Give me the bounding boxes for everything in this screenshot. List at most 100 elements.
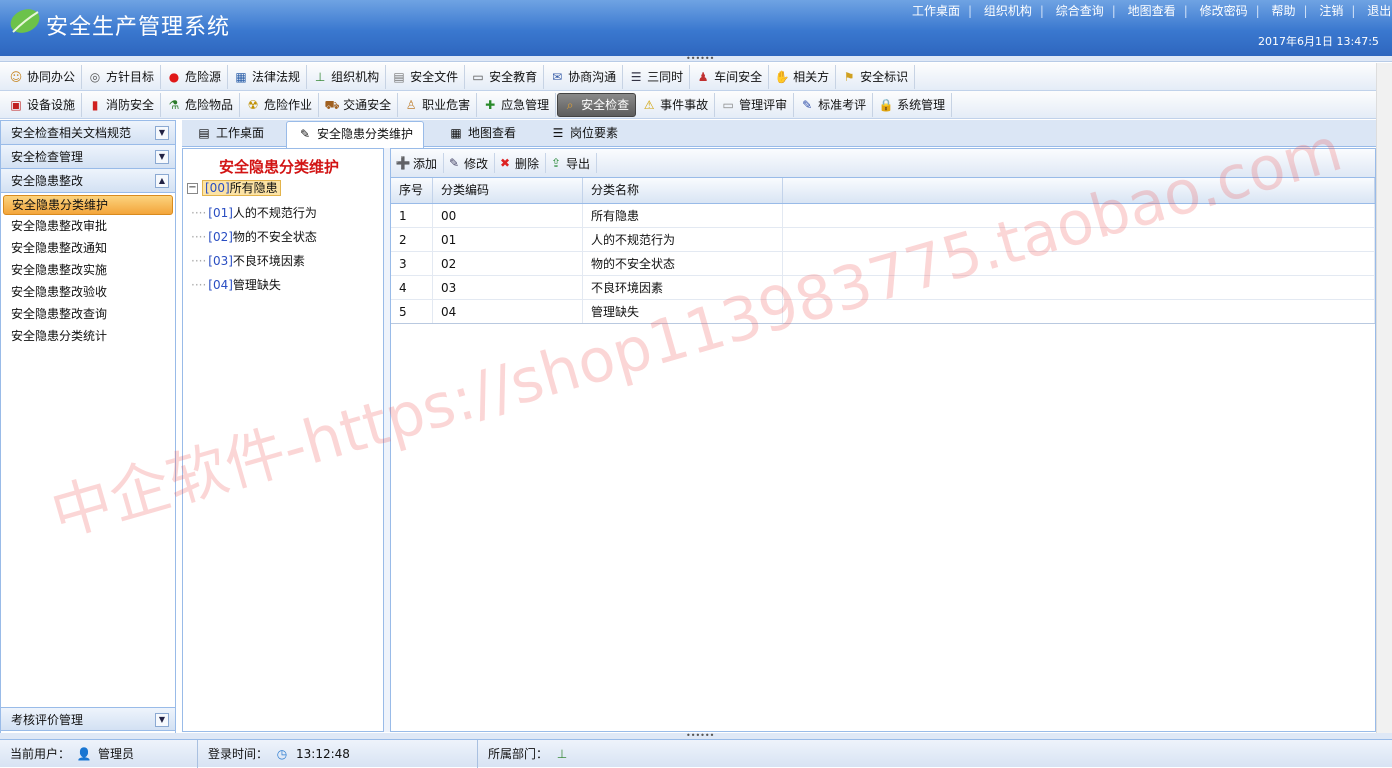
module-row2-button-1[interactable]: ▮ 消防安全: [83, 92, 162, 117]
table-row[interactable]: 4 03 不良环境因素: [391, 276, 1375, 300]
toolbar-label: 三同时: [647, 70, 684, 84]
sidebar-section-evaluation[interactable]: 考核评价管理 ▼: [1, 707, 175, 731]
sidebar-item[interactable]: 安全隐患整改查询: [1, 303, 175, 325]
table-row[interactable]: 3 02 物的不安全状态: [391, 252, 1375, 276]
table-cell: 02: [433, 252, 583, 275]
table-cell: 03: [433, 276, 583, 299]
module-row2-button-5[interactable]: ♙ 职业危害: [399, 92, 478, 117]
module-row2-button-3[interactable]: ☢ 危险作业: [241, 92, 320, 117]
table-cell: 00: [433, 204, 583, 227]
toolbar-label: 法律法规: [252, 70, 301, 84]
tree-node[interactable]: ···· [04]管理缺失: [191, 275, 281, 295]
edit-button[interactable]: ✎ 修改: [444, 153, 496, 173]
module-row2-button-2[interactable]: ⚗ 危险物品: [162, 92, 241, 117]
module-toolbar-row2: ▣ 设备设施 ▮ 消防安全 ⚗ 危险物品 ☢ 危险作业 ⛟ 交通安全 ♙ 职业危害 ✚ 应急管理 ⌕ 安全检查…: [0, 91, 1392, 119]
delete-button[interactable]: ✖ 删除: [495, 153, 547, 173]
table-cell: 管理缺失: [583, 300, 783, 323]
sidebar-item[interactable]: 安全隐患整改验收: [1, 281, 175, 303]
column-header-index[interactable]: 序号: [391, 178, 433, 203]
status-login-time: 登录时间： ◷ 13:12:48: [198, 739, 478, 768]
toolbar-label: 职业危害: [422, 98, 471, 112]
extinguisher-icon: ▮: [91, 97, 99, 112]
module-row1-button-2[interactable]: ● 危险源: [162, 64, 229, 89]
module-row2-button-6[interactable]: ✚ 应急管理: [478, 92, 557, 117]
column-header-name[interactable]: 分类名称: [583, 178, 783, 203]
toolbar-label: 相关方: [793, 70, 830, 84]
top-link-query[interactable]: 综合查询: [1056, 4, 1104, 18]
add-document-icon: ➕: [395, 156, 411, 170]
tab-hazard-category[interactable]: ✎ 安全隐患分类维护: [286, 121, 425, 148]
edit-icon: ✎: [802, 97, 813, 112]
sidebar-section-check-mgmt[interactable]: 安全检查管理 ▼: [1, 145, 175, 169]
module-row1-button-1[interactable]: ◎ 方针目标: [83, 64, 162, 89]
status-bar: 当前用户： 👤 管理员 登录时间： ◷ 13:12:48 所属部门： ⊥: [0, 739, 1392, 768]
table-cell-filler: [783, 228, 1375, 251]
sidebar-item[interactable]: 安全隐患整改审批: [1, 215, 175, 237]
module-row2-button-8[interactable]: ⚠ 事件事故: [637, 92, 716, 117]
module-row1-button-6[interactable]: ▭ 安全教育: [466, 64, 545, 89]
table-row[interactable]: 2 01 人的不规范行为: [391, 228, 1375, 252]
add-button[interactable]: ➕ 添加: [393, 153, 445, 173]
chevron-down-icon[interactable]: ▼: [155, 713, 169, 727]
sidebar-item[interactable]: 安全隐患分类维护: [3, 195, 173, 215]
module-row2-button-7[interactable]: ⌕ 安全检查: [557, 92, 637, 117]
tree-node[interactable]: ···· [02]物的不安全状态: [191, 227, 317, 247]
module-row2-button-10[interactable]: ✎ 标准考评: [795, 92, 874, 117]
table-row[interactable]: 5 04 管理缺失: [391, 300, 1375, 324]
top-link-password[interactable]: 修改密码: [1200, 4, 1248, 18]
window-scrollbar[interactable]: [1376, 63, 1392, 733]
sidebar-section-docs[interactable]: 安全检查相关文档规范 ▼: [1, 121, 175, 145]
module-row1-button-3[interactable]: ▦ 法律法规: [229, 64, 308, 89]
table-row[interactable]: 1 00 所有隐患: [391, 204, 1375, 228]
sidebar-item[interactable]: 安全隐患整改通知: [1, 237, 175, 259]
collapse-icon[interactable]: −: [187, 183, 198, 194]
module-row1-button-9[interactable]: ♟ 车间安全: [691, 64, 770, 89]
module-row2-button-0[interactable]: ▣ 设备设施: [4, 92, 83, 117]
toolbar-label: 事件事故: [660, 98, 709, 112]
module-row2-button-11[interactable]: 🔒 系统管理: [874, 92, 953, 117]
table-cell: 5: [391, 300, 433, 323]
tree-node-root[interactable]: − [00]所有隐患: [187, 178, 281, 198]
top-link-org[interactable]: 组织机构: [984, 4, 1032, 18]
header-splitter[interactable]: ••••••: [0, 55, 1392, 63]
tab-desktop[interactable]: ▤ 工作桌面: [186, 121, 274, 147]
top-link-desktop[interactable]: 工作桌面: [912, 4, 960, 18]
sidebar-section-rectify[interactable]: 安全隐患整改 ▲: [1, 169, 175, 193]
module-row1-button-0[interactable]: ☺ 协同办公: [4, 64, 83, 89]
tree-node[interactable]: ···· [03]不良环境因素: [191, 251, 305, 271]
sidebar-item[interactable]: 安全隐患分类统计: [1, 325, 175, 347]
module-row1-button-8[interactable]: ☰ 三同时: [624, 64, 691, 89]
module-row2-button-9[interactable]: ▭ 管理评审: [716, 92, 795, 117]
toolbar-label: 管理评审: [739, 98, 788, 112]
module-row1-button-10[interactable]: ✋ 相关方: [770, 64, 837, 89]
user-icon: 👤: [76, 746, 92, 761]
toolbar-label: 安全标识: [860, 70, 909, 84]
chevron-down-icon[interactable]: ▼: [155, 126, 169, 140]
top-link-help[interactable]: 帮助: [1271, 4, 1295, 18]
toolbar-label: 安全检查: [581, 98, 630, 112]
grid-toolbar: ➕ 添加 ✎ 修改 ✖ 删除 ⇪ 导出: [391, 149, 1375, 178]
truck-icon: ⛟: [324, 97, 340, 112]
tree-node[interactable]: ···· [01]人的不规范行为: [191, 203, 317, 223]
top-link-exit[interactable]: 退出: [1367, 4, 1391, 18]
module-row1-button-5[interactable]: ▤ 安全文件: [387, 64, 466, 89]
sidebar-item[interactable]: 安全隐患整改实施: [1, 259, 175, 281]
module-row1-button-11[interactable]: ⚑ 安全标识: [837, 64, 916, 89]
leaf-logo-icon: [10, 9, 40, 33]
export-button[interactable]: ⇪ 导出: [546, 153, 598, 173]
table-cell-filler: [783, 300, 1375, 323]
column-header-code[interactable]: 分类编码: [433, 178, 583, 203]
sidebar: 安全检查相关文档规范 ▼ 安全检查管理 ▼ 安全隐患整改 ▲ 安全隐患分类维护 安全隐患…: [0, 120, 176, 734]
top-link-logout[interactable]: 注销: [1319, 4, 1343, 18]
module-row1-button-7[interactable]: ✉ 协商沟通: [545, 64, 624, 89]
edit-document-icon: ✎: [448, 156, 460, 170]
chevron-down-icon[interactable]: ▼: [155, 150, 169, 164]
tab-post-elements[interactable]: ☰ 岗位要素: [540, 121, 628, 147]
toolbar-label: 安全文件: [410, 70, 459, 84]
module-row2-button-4[interactable]: ⛟ 交通安全: [320, 92, 399, 117]
top-link-map[interactable]: 地图查看: [1128, 4, 1176, 18]
chevron-up-icon[interactable]: ▲: [155, 174, 169, 188]
tab-map[interactable]: ▦ 地图查看: [438, 121, 526, 147]
module-row1-button-4[interactable]: ⊥ 组织机构: [308, 64, 387, 89]
toolbar-label: 协商沟通: [568, 70, 617, 84]
